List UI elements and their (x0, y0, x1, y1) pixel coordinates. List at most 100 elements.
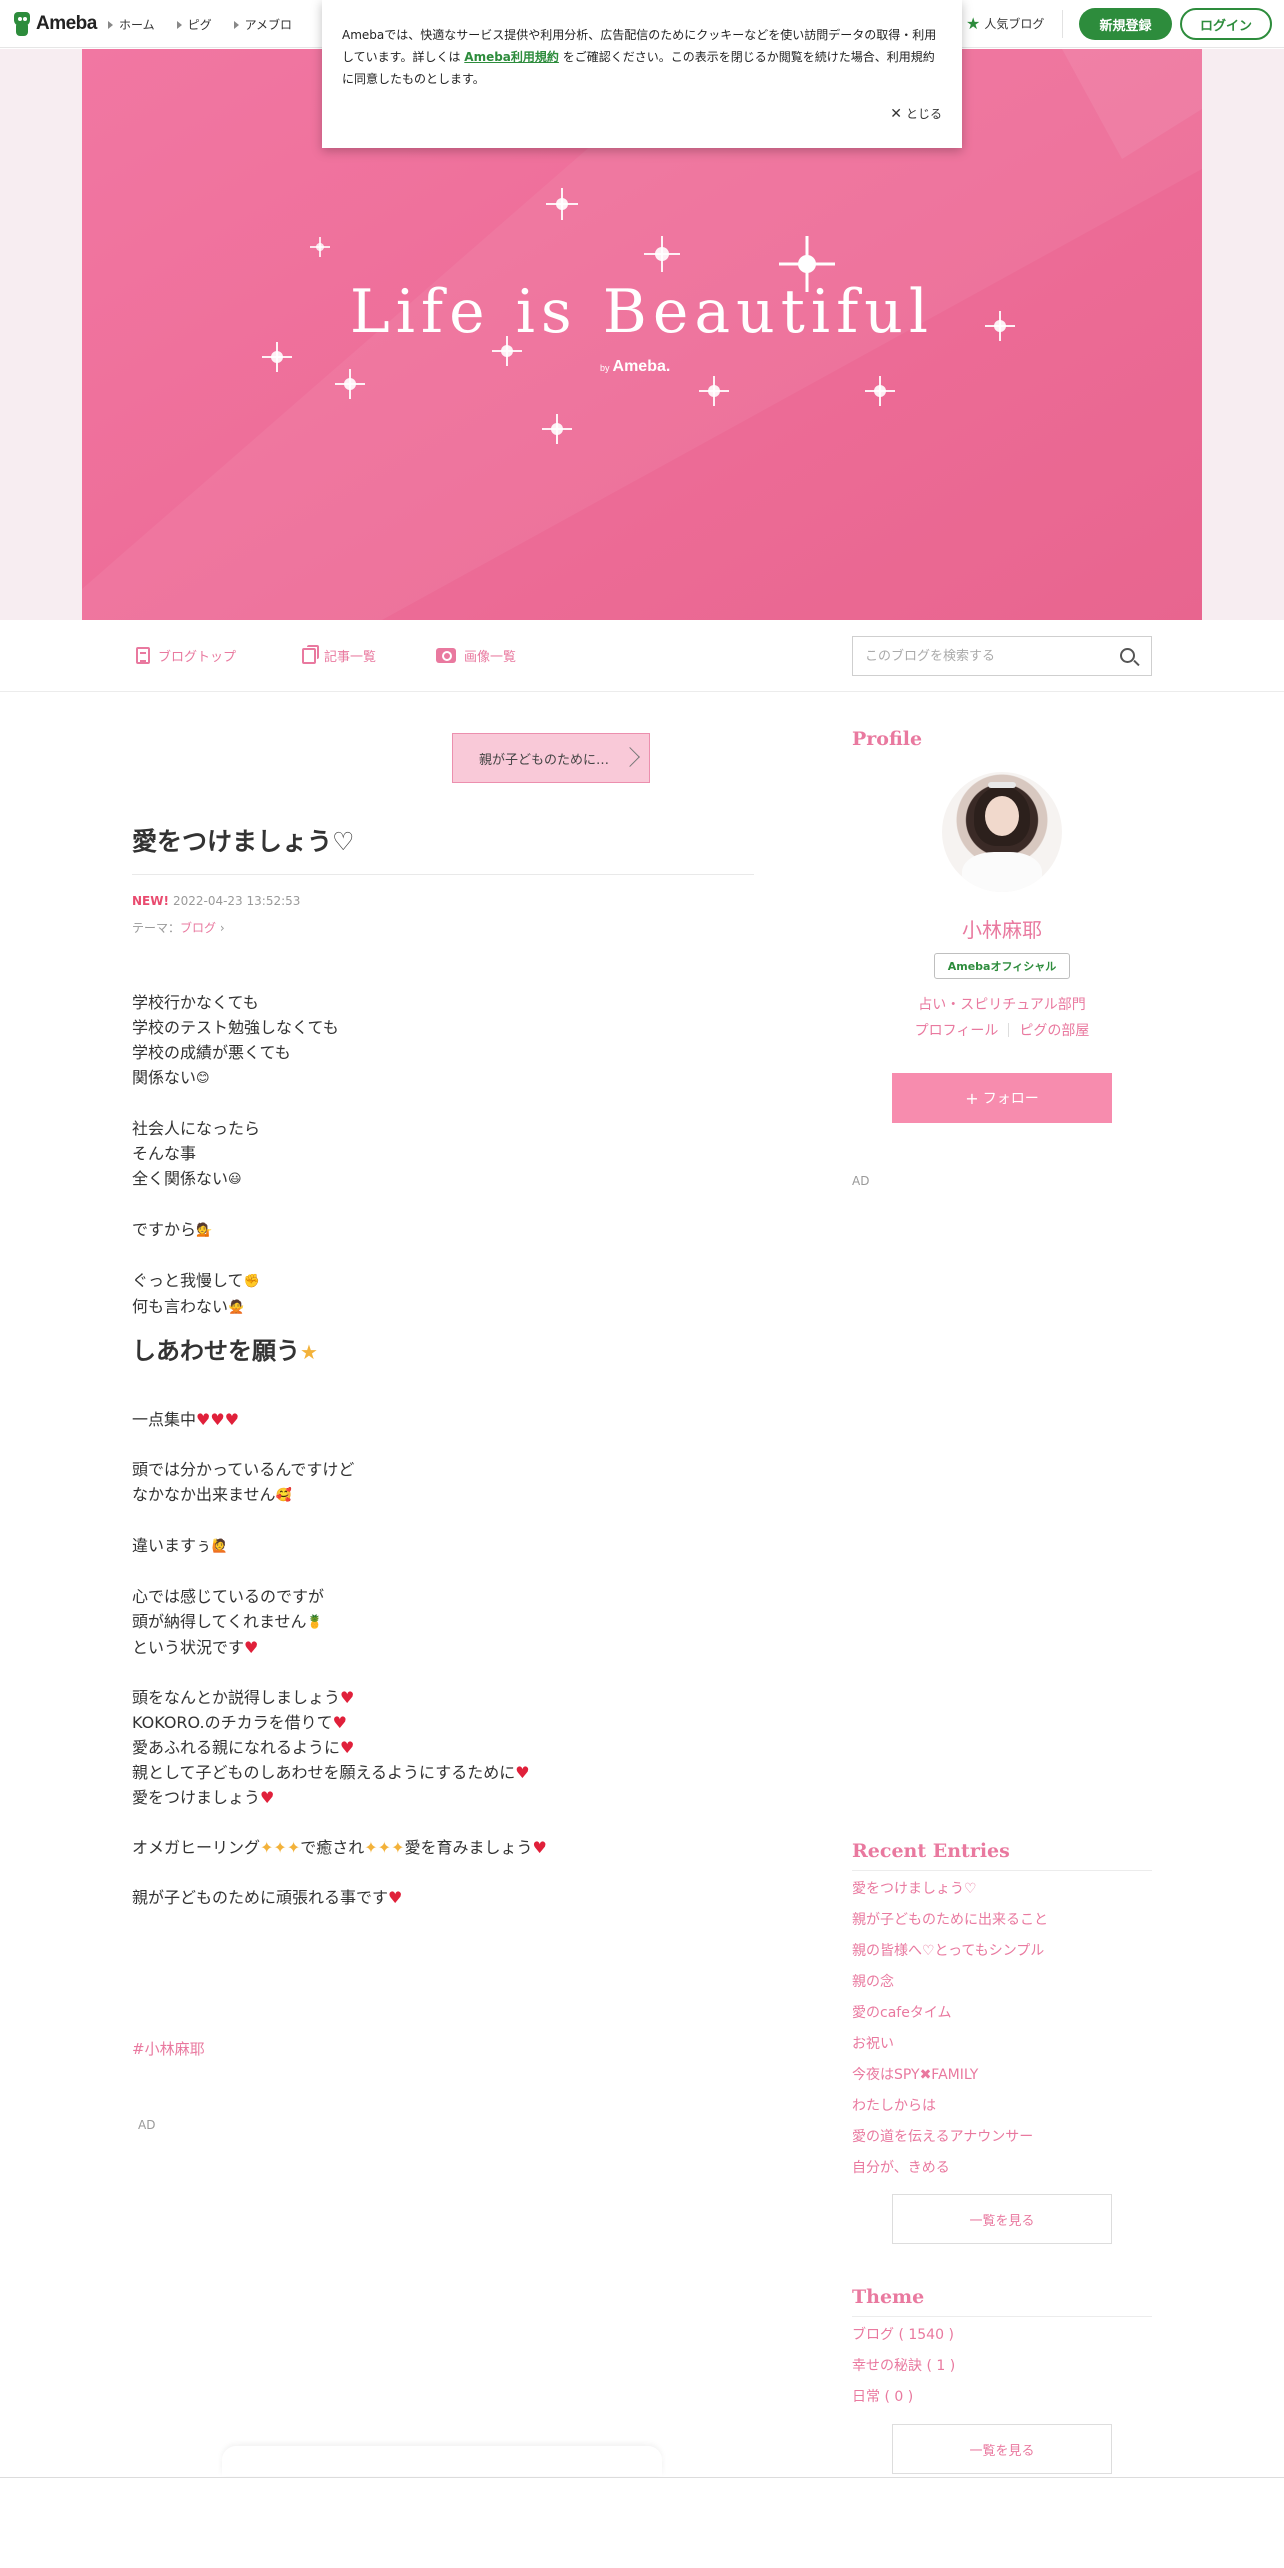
profile-link[interactable]: プロフィール (915, 1023, 999, 1039)
list-item[interactable]: 幸せの秘訣 ( 1 ) (852, 2351, 955, 2382)
divider (852, 1870, 1152, 1871)
divider (132, 874, 754, 875)
entry-body: 学校行かなくても 学校のテスト勉強しなくても 学校の成績が悪くても 関係ない😊 … (132, 990, 752, 1910)
person-emoji-icon: 💁 (196, 1223, 213, 1238)
sparkles-emoji-icon: ✦✦✦ (260, 1838, 301, 1857)
blog-search (852, 636, 1152, 676)
list-item[interactable]: お祝い (852, 2029, 1048, 2060)
heart-emoji-icon: ♥ (340, 1738, 355, 1757)
see-all-entries-button[interactable]: 一覧を見る (892, 2194, 1112, 2244)
entry-title[interactable]: 愛をつけましょう♡ (132, 822, 354, 858)
prev-entry-button[interactable]: 親が子どものために… (452, 733, 650, 783)
pineapple-emoji-icon: 🍍 (306, 1615, 323, 1630)
nav-label: 記事一覧 (324, 650, 377, 665)
nav-ameblo[interactable]: アメブロ (233, 16, 292, 33)
list-item[interactable]: ブログ ( 1540 ) (852, 2320, 955, 2351)
triangle-right-icon (176, 20, 182, 29)
heart-emoji-icon: ♥ (532, 1838, 547, 1857)
official-badge: Amebaオフィシャル (934, 953, 1070, 979)
hug-emoji-icon: 🥰 (275, 1488, 292, 1503)
nav-label: ブログトップ (158, 650, 237, 665)
nav-home[interactable]: ホーム (108, 16, 155, 33)
star-icon: ★ (966, 13, 981, 33)
nav-blog-top[interactable]: ブログトップ (136, 646, 236, 665)
star-emoji-icon: ★ (300, 1340, 318, 1364)
cookie-message: Amebaでは、快適なサービス提供や利用分析、広告配信のためにクッキーなどを使い… (342, 28, 937, 86)
triangle-right-icon (108, 20, 113, 29)
close-label: とじる (905, 107, 942, 121)
list-item[interactable]: 愛をつけましょう♡ (852, 1874, 1048, 1905)
ad-label: AD (138, 2118, 156, 2132)
follow-label: フォロー (982, 1091, 1039, 1107)
divider (1062, 10, 1063, 38)
ameba-mascot-icon (12, 12, 32, 36)
ad-label: AD (852, 1174, 870, 1188)
ameba-logo[interactable]: Ameba (12, 11, 97, 37)
login-button[interactable]: ログイン (1180, 8, 1272, 40)
person-emoji-icon: 🙋 (211, 1539, 228, 1554)
list-item[interactable]: 自分が、きめる (852, 2153, 1048, 2184)
avatar[interactable] (942, 772, 1062, 892)
divider (1008, 1023, 1010, 1037)
nav-pigg[interactable]: ピグ (176, 16, 212, 33)
entry-date: 2022-04-23 13:52:53 (172, 894, 301, 908)
list-item[interactable]: 親の皆様へ♡とってもシンプル (852, 1936, 1048, 1967)
profile-name[interactable]: 小林麻耶 (852, 914, 1152, 943)
fist-emoji-icon: ✊ (243, 1274, 260, 1289)
list-item[interactable]: 愛の道を伝えるアナウンサー (852, 2122, 1048, 2153)
heart-emoji-icon: ♥ (332, 1713, 347, 1732)
entry-meta: NEW! 2022-04-23 13:52:53 (132, 894, 300, 908)
terms-link[interactable]: Ameba利用規約 (464, 50, 559, 64)
register-button[interactable]: 新規登録 (1079, 8, 1172, 40)
bottom-panel (222, 2446, 662, 2476)
divider (0, 2477, 1284, 2478)
hearts-emoji-icon: ♥♥♥ (196, 1410, 240, 1429)
theme-link[interactable]: ブログ (180, 921, 216, 935)
grin-emoji-icon: 😃 (228, 1172, 242, 1187)
list-item[interactable]: 今夜はSPY✖FAMILY (852, 2060, 1048, 2091)
recent-entries-heading: Recent Entries (852, 1840, 1010, 1862)
prohibited-emoji-icon: 🙅 (228, 1300, 245, 1315)
by-ameba-label: by Ameba. (600, 358, 671, 375)
sparkles-emoji-icon: ✦✦✦ (364, 1838, 405, 1857)
list-item[interactable]: 親の念 (852, 1967, 1048, 1998)
copy-icon (302, 644, 319, 664)
profile-links: プロフィール ピグの部屋 (852, 1020, 1152, 1040)
blog-nav: ブログトップ 記事一覧 画像一覧 (0, 620, 1284, 692)
entry-theme: テーマ：ブログ › (132, 921, 225, 935)
see-all-themes-button[interactable]: 一覧を見る (892, 2424, 1112, 2474)
plus-icon: + (965, 1088, 979, 1108)
popular-blog-link[interactable]: ★ 人気ブログ (966, 15, 1044, 32)
smile-emoji-icon: 😊 (196, 1071, 210, 1086)
list-item[interactable]: 愛のcafeタイム (852, 1998, 1048, 2029)
list-item[interactable]: わたしからは (852, 2091, 1048, 2122)
category-link[interactable]: 占い・スピリチュアル部門 (852, 994, 1152, 1014)
camera-icon (436, 648, 456, 663)
heart-emoji-icon: ♥ (515, 1763, 530, 1782)
hashtag-link[interactable]: #小林麻耶 (132, 2038, 205, 2059)
new-badge: NEW! (132, 894, 169, 908)
heart-emoji-icon: ♥ (260, 1788, 275, 1807)
nav-label: 画像一覧 (464, 650, 517, 665)
divider (852, 2316, 1152, 2317)
list-item[interactable]: 日常 ( 0 ) (852, 2382, 955, 2413)
nav-image-list[interactable]: 画像一覧 (436, 646, 516, 665)
search-icon[interactable] (1120, 648, 1135, 663)
cookie-close-button[interactable]: ✕ とじる (890, 105, 942, 122)
logo-text: Ameba (36, 13, 97, 34)
nav-entry-list[interactable]: 記事一覧 (302, 644, 377, 665)
list-item[interactable]: 親が子どものために出来ること (852, 1905, 1048, 1936)
document-icon (136, 647, 150, 664)
heart-emoji-icon: ♥ (388, 1888, 403, 1907)
pig-room-link[interactable]: ピグの部屋 (1019, 1023, 1089, 1039)
theme-heading: Theme (852, 2286, 925, 2308)
heart-emoji-icon: ♥ (244, 1638, 259, 1657)
prev-entry-label: 親が子どものために… (479, 752, 610, 768)
triangle-right-icon (233, 20, 239, 29)
follow-button[interactable]: + フォロー (892, 1073, 1112, 1123)
profile-heading: Profile (852, 728, 923, 750)
recent-entries-list: 愛をつけましょう♡ 親が子どものために出来ること 親の皆様へ♡とってもシンプル … (852, 1874, 1048, 2184)
heart-emoji-icon: ♥ (340, 1688, 355, 1707)
search-input[interactable] (853, 637, 1103, 675)
theme-list: ブログ ( 1540 ) 幸せの秘訣 ( 1 ) 日常 ( 0 ) (852, 2320, 955, 2413)
